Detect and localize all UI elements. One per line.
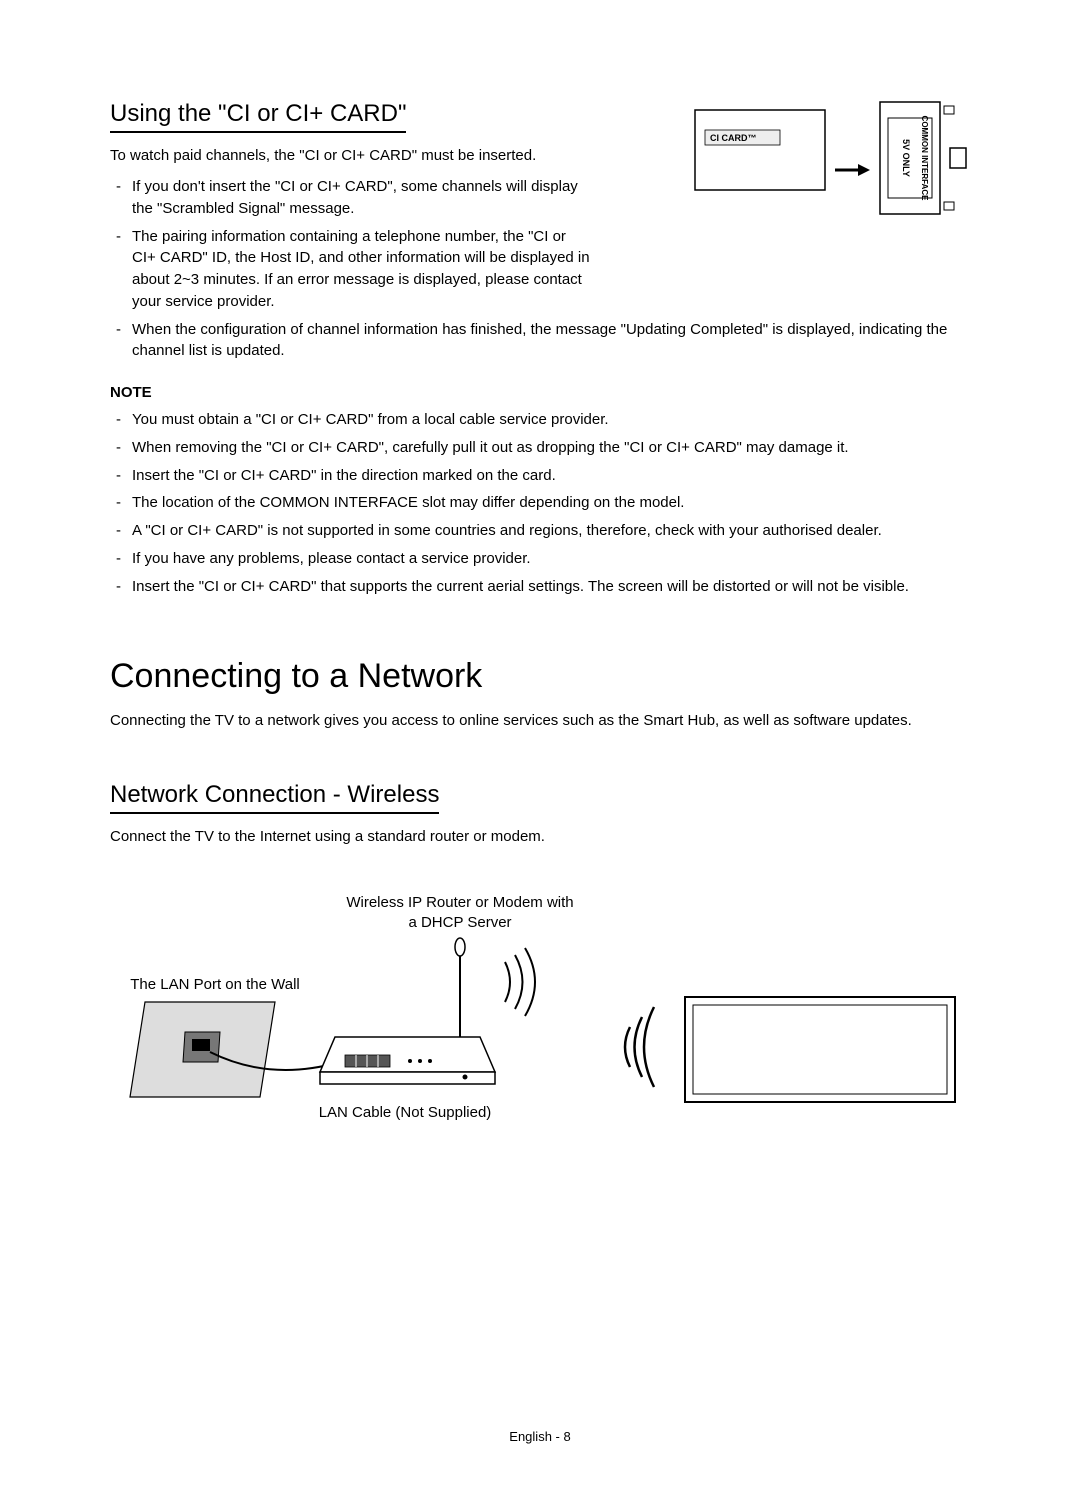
- wall-port-icon: [130, 1002, 340, 1097]
- tv-icon: [685, 997, 955, 1102]
- list-item: A "CI or CI+ CARD" is not supported in s…: [110, 520, 970, 542]
- list-item: Insert the "CI or CI+ CARD" that support…: [110, 576, 970, 598]
- wireless-network-diagram: Wireless IP Router or Modem with a DHCP …: [110, 887, 970, 1147]
- intro-connecting-network: Connecting the TV to a network gives you…: [110, 712, 970, 729]
- signal-out-icon: [505, 948, 535, 1016]
- page-footer: English - 8: [0, 1429, 1080, 1444]
- router-label-2: a DHCP Server: [408, 914, 511, 931]
- cable-label: LAN Cable (Not Supplied): [319, 1104, 492, 1121]
- router-icon: [320, 938, 495, 1084]
- ci-card-note-bullets: You must obtain a "CI or CI+ CARD" from …: [110, 409, 970, 597]
- list-item: When removing the "CI or CI+ CARD", care…: [110, 437, 970, 459]
- note-heading: NOTE: [110, 384, 970, 401]
- wall-port-label: The LAN Port on the Wall: [130, 976, 300, 993]
- list-item: The pairing information containing a tel…: [110, 226, 590, 313]
- heading-wireless: Network Connection - Wireless: [110, 781, 439, 814]
- list-item: You must obtain a "CI or CI+ CARD" from …: [110, 409, 970, 431]
- signal-in-icon: [625, 1007, 654, 1087]
- slot-label: COMMON INTERFACE: [920, 116, 929, 202]
- router-label-1: Wireless IP Router or Modem with: [346, 894, 573, 911]
- list-item: When the configuration of channel inform…: [110, 319, 970, 363]
- list-item: If you don't insert the "CI or CI+ CARD"…: [110, 176, 590, 220]
- intro-wireless: Connect the TV to the Internet using a s…: [110, 828, 970, 845]
- ci-card-bullets-top: If you don't insert the "CI or CI+ CARD"…: [110, 176, 670, 313]
- intro-ci-card: To watch paid channels, the "CI or CI+ C…: [110, 147, 670, 164]
- voltage-label: 5V ONLY: [901, 139, 911, 177]
- heading-connecting-network: Connecting to a Network: [110, 657, 970, 696]
- list-item: The location of the COMMON INTERFACE slo…: [110, 492, 970, 514]
- ci-card-label: CI CARD™: [710, 133, 757, 143]
- ci-card-diagram: CI CARD™ 5V ONLY COMMON INTERFACE: [690, 100, 970, 230]
- section-heading-ci-card: Using the "CI or CI+ CARD": [110, 100, 406, 133]
- list-item: Insert the "CI or CI+ CARD" in the direc…: [110, 465, 970, 487]
- list-item: If you have any problems, please contact…: [110, 548, 970, 570]
- ci-card-bullets-continued: When the configuration of channel inform…: [110, 319, 970, 363]
